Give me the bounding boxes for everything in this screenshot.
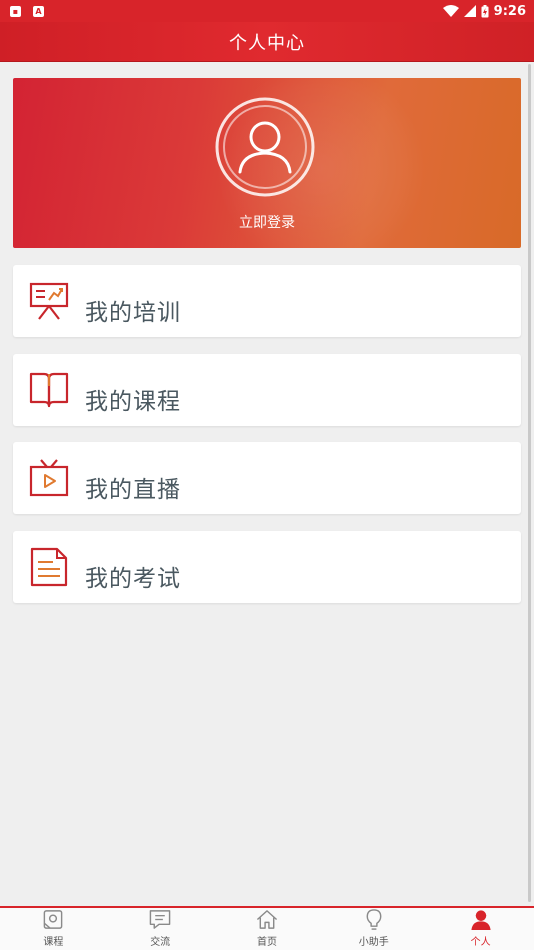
nav-label-chat: 交流: [150, 937, 171, 948]
menu-item-training-label: 我的培训: [85, 300, 181, 326]
lightbulb-icon: [366, 909, 382, 930]
open-book-icon: [29, 372, 69, 408]
status-left: ▪ A: [10, 5, 44, 17]
nav-item-course[interactable]: 课程: [0, 908, 106, 950]
menu-item-courses[interactable]: 我的课程: [13, 354, 521, 426]
wifi-icon: [442, 5, 459, 17]
course-icon: [44, 910, 63, 929]
avatar[interactable]: [214, 96, 316, 198]
title-bar: 个人中心: [0, 22, 534, 62]
menu-item-courses-label: 我的课程: [85, 389, 181, 415]
chat-icon: [149, 910, 171, 929]
nav-label-assistant: 小助手: [358, 937, 389, 948]
page-title: 个人中心: [229, 32, 305, 54]
bottom-nav: 课程 交流 首页 小助手 个人: [0, 906, 534, 950]
menu-item-live[interactable]: 我的直播: [13, 442, 521, 514]
nav-item-chat[interactable]: 交流: [107, 908, 213, 950]
scrollbar[interactable]: [528, 64, 531, 902]
nav-item-personal[interactable]: 个人: [428, 908, 534, 950]
status-time: 9:26: [493, 3, 526, 19]
a-notification-icon: A: [33, 5, 44, 17]
nav-label-personal: 个人: [470, 937, 491, 948]
android-notification-icon: ▪: [10, 5, 21, 17]
menu-item-exams[interactable]: 我的考试: [13, 531, 521, 603]
nav-label-course: 课程: [43, 937, 64, 948]
home-icon: [256, 910, 278, 929]
screen: ▪ A 9:26 个人中心 立即登录 我的培训 我的课程 我的直播 我的考试 课…: [0, 0, 534, 950]
status-bar: ▪ A 9:26: [0, 0, 534, 22]
menu-item-training[interactable]: 我的培训: [13, 265, 521, 337]
person-icon: [470, 910, 491, 931]
nav-item-home[interactable]: 首页: [214, 908, 320, 950]
presentation-board-icon: [29, 282, 69, 320]
profile-banner[interactable]: 立即登录: [13, 78, 521, 248]
tv-play-icon: [29, 459, 69, 497]
status-right: 9:26: [442, 3, 526, 19]
signal-icon: [463, 5, 476, 17]
menu-item-live-label: 我的直播: [85, 477, 181, 503]
document-icon: [30, 547, 68, 587]
user-avatar-icon: [215, 97, 315, 197]
login-button[interactable]: 立即登录: [13, 212, 521, 232]
menu-item-exams-label: 我的考试: [85, 566, 181, 592]
nav-item-assistant[interactable]: 小助手: [321, 908, 427, 950]
nav-label-home: 首页: [256, 937, 277, 948]
battery-icon: [481, 4, 489, 17]
